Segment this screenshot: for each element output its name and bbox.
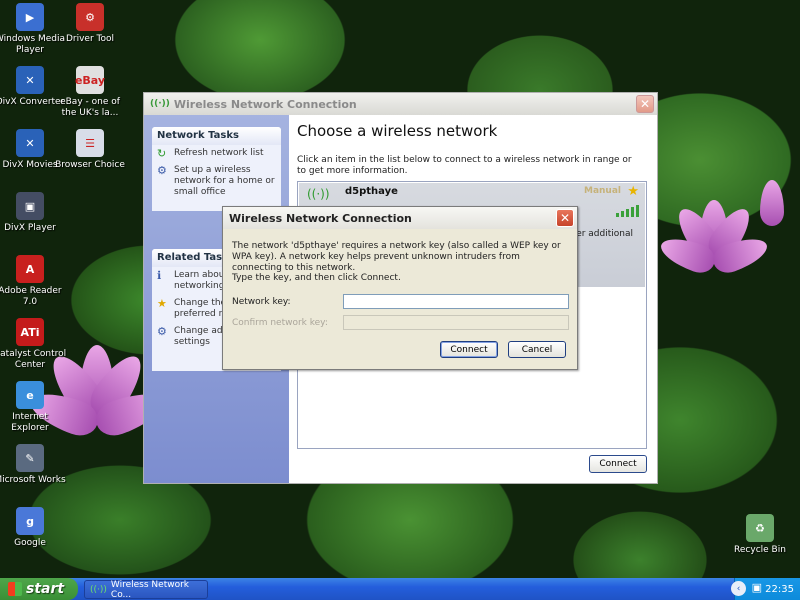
signal-strength-icon bbox=[616, 205, 639, 217]
wireless-icon: ((·)) bbox=[90, 584, 107, 595]
app-icon: ✕ bbox=[16, 66, 44, 94]
windows-flag-icon: . bbox=[8, 582, 22, 596]
app-icon: eBay bbox=[75, 66, 105, 94]
app-icon: ☰ bbox=[76, 129, 104, 157]
network-name: d5pthaye bbox=[345, 186, 398, 197]
taskbar-button-label: Wireless Network Co... bbox=[110, 579, 190, 600]
signal-bar bbox=[626, 209, 629, 217]
app-icon: e bbox=[16, 381, 44, 409]
tray-expand-icon[interactable]: ‹ bbox=[731, 581, 746, 596]
desktop-icon-internet-explorer[interactable]: e Internet Explorer bbox=[0, 381, 68, 434]
signal-bar bbox=[621, 211, 624, 217]
app-icon: ▣ bbox=[16, 192, 44, 220]
desktop-icon-catalyst-control-center[interactable]: ATi Catalyst Control Center bbox=[0, 318, 68, 371]
desktop-icon-label: Catalyst Control Center bbox=[0, 349, 67, 370]
desktop-icon-ebay-one-of-the-uk-s-la[interactable]: eBay eBay - one of the UK's la... bbox=[52, 66, 128, 119]
desktop-icon-label: Adobe Reader 7.0 bbox=[0, 286, 62, 307]
confirm-network-key-label: Confirm network key: bbox=[232, 318, 328, 328]
desktop-icon-adobe-reader-7-0[interactable]: A Adobe Reader 7.0 bbox=[0, 255, 68, 308]
desktop-icon-label: DivX Movies bbox=[2, 160, 58, 170]
network-tasks-header: Network Tasks bbox=[152, 127, 281, 145]
taskbar-button-wireless[interactable]: ((·)) Wireless Network Co... bbox=[84, 579, 208, 600]
network-tasks-panel: Network Tasks ↻ Refresh network list ⚙ Set … bbox=[152, 127, 281, 211]
info-icon: ℹ bbox=[157, 269, 162, 282]
refresh-icon: ↻ bbox=[157, 147, 167, 160]
desktop-icon-divx-player[interactable]: ▣ DivX Player bbox=[0, 192, 68, 234]
star-icon: ★ bbox=[157, 297, 167, 310]
signal-bar bbox=[636, 205, 639, 217]
desktop-icon-label: Internet Explorer bbox=[11, 412, 49, 433]
dialog-message: The network 'd5pthaye' requires a networ… bbox=[232, 241, 561, 273]
lotus-bud-right bbox=[760, 180, 790, 230]
task-label: Set up a wireless network for a home or … bbox=[174, 165, 275, 197]
dialog-title: Wireless Network Connection bbox=[229, 211, 412, 225]
recycle-bin-icon: ♻ bbox=[746, 514, 774, 542]
window-title-bar[interactable]: ((·)) Wireless Network Connection bbox=[144, 93, 657, 115]
desktop-icon-microsoft-works[interactable]: ✎ Microsoft Works bbox=[0, 444, 68, 486]
dialog-close-button[interactable]: ✕ bbox=[556, 209, 574, 227]
desktop-icon-label: eBay - one of the UK's la... bbox=[60, 97, 120, 118]
desktop-icon-google[interactable]: g Google bbox=[0, 507, 68, 549]
network-tray-icon[interactable]: ▣ bbox=[752, 581, 762, 594]
desktop-icon-recycle-bin[interactable]: ♻ Recycle Bin bbox=[722, 514, 798, 556]
setup-icon: ⚙ bbox=[157, 164, 167, 177]
desktop-icon-label: Microsoft Works bbox=[0, 475, 66, 485]
network-key-input[interactable] bbox=[343, 294, 569, 309]
app-icon: A bbox=[16, 255, 44, 283]
desktop-icon-label: Driver Tool bbox=[65, 34, 115, 44]
wireless-network-icon: ((·)) bbox=[307, 187, 330, 201]
desktop-icon-label: Google bbox=[14, 538, 46, 548]
connect-button[interactable]: Connect bbox=[589, 455, 647, 473]
dialog-connect-button[interactable]: Connect bbox=[440, 341, 498, 358]
dialog-instruction: Type the key, and then click Connect. bbox=[232, 273, 401, 283]
page-title: Choose a wireless network bbox=[297, 122, 498, 140]
app-icon: g bbox=[16, 507, 44, 535]
network-status: Manual bbox=[583, 186, 621, 196]
app-icon: ✕ bbox=[16, 129, 44, 157]
wireless-icon: ((·)) bbox=[150, 99, 170, 109]
star-icon: ★ bbox=[627, 184, 639, 199]
desktop-icon-browser-choice[interactable]: ☰ Browser Choice bbox=[52, 129, 128, 171]
confirm-network-key-input[interactable] bbox=[343, 315, 569, 330]
desktop-icon-label: DivX Player bbox=[4, 223, 56, 233]
dialog-title-bar[interactable]: Wireless Network Connection bbox=[223, 207, 577, 229]
network-key-dialog: Wireless Network Connection ✕ The networ… bbox=[222, 206, 578, 370]
signal-bar bbox=[631, 207, 634, 217]
app-icon: ATi bbox=[16, 318, 44, 346]
window-close-button[interactable]: ✕ bbox=[636, 95, 654, 113]
task-label: Refresh network list bbox=[174, 148, 264, 158]
clock[interactable]: 22:35 bbox=[765, 584, 794, 595]
network-task-setup[interactable]: ⚙ Set up a wireless network for a home or… bbox=[152, 162, 281, 201]
start-label: start bbox=[26, 581, 65, 597]
desktop-icon-driver-tool[interactable]: ⚙ Driver Tool bbox=[52, 3, 128, 45]
app-icon: ⚙ bbox=[76, 3, 104, 31]
page-description: Click an item in the list below to conne… bbox=[297, 155, 632, 176]
network-key-label: Network key: bbox=[232, 297, 291, 307]
start-button[interactable]: . start bbox=[0, 578, 78, 600]
settings-icon: ⚙ bbox=[157, 325, 167, 338]
taskbar: . start ((·)) Wireless Network Co... 22:… bbox=[0, 578, 800, 600]
dialog-cancel-button[interactable]: Cancel bbox=[508, 341, 566, 358]
window-title: Wireless Network Connection bbox=[173, 97, 357, 111]
desktop-icon-label: Recycle Bin bbox=[734, 545, 786, 555]
desktop-icon-label: Browser Choice bbox=[55, 160, 125, 170]
app-icon: ✎ bbox=[16, 444, 44, 472]
signal-bar bbox=[616, 213, 619, 217]
network-task-refresh[interactable]: ↻ Refresh network list bbox=[152, 145, 281, 162]
app-icon: ▶ bbox=[16, 3, 44, 31]
